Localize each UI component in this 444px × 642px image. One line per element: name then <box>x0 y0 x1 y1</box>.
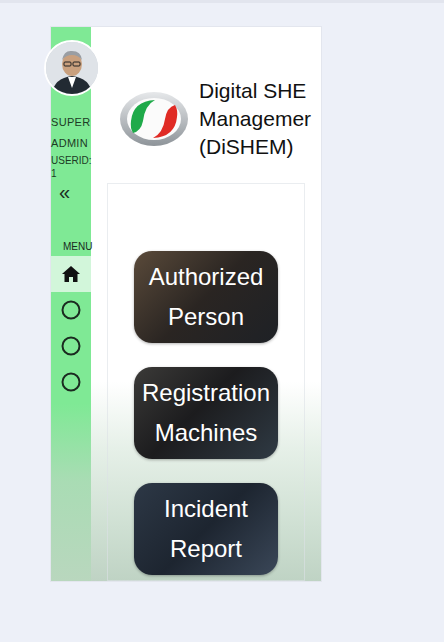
app-frame: SUPERADMINUSERID:1«MENU Digital SHEManag… <box>51 27 321 581</box>
user-id-label: USERID: <box>51 154 91 167</box>
tile-label: Person <box>168 297 244 337</box>
tile-label: Machines <box>155 413 258 453</box>
person-icon <box>46 42 98 94</box>
tile-button[interactable]: IncidentReport <box>134 483 278 575</box>
app-title-line: Managemer <box>199 105 311 133</box>
logo-icon <box>119 91 189 147</box>
menu <box>51 256 91 400</box>
avatar[interactable] <box>44 40 100 96</box>
tile-label: Incident <box>164 489 248 529</box>
sidebar-item[interactable] <box>51 256 91 292</box>
home-icon <box>61 264 81 284</box>
sidebar-item[interactable] <box>51 292 91 328</box>
user-name: SUPER <box>51 112 91 133</box>
tile-label: Registration <box>142 373 270 413</box>
tile-label: Authorized <box>149 257 264 297</box>
brand: Digital SHEManagemer(DiSHEM) <box>91 27 321 161</box>
circle-icon <box>60 299 82 321</box>
app-title-line: Digital SHE <box>199 77 311 105</box>
tile-card: AuthorizedPerson RegistrationMachines Inci… <box>107 183 305 581</box>
app-title-line: (DiSHEM) <box>199 133 311 161</box>
menu-label: MENU <box>51 240 91 254</box>
sidebar-item[interactable] <box>51 328 91 364</box>
tile-button[interactable]: RegistrationMachines <box>134 367 278 459</box>
sidebar: SUPERADMINUSERID:1«MENU <box>51 27 91 581</box>
app-title: Digital SHEManagemer(DiSHEM) <box>199 77 311 161</box>
sidebar-item[interactable] <box>51 364 91 400</box>
user-id: 1 <box>51 167 91 180</box>
circle-icon <box>60 371 82 393</box>
collapse-icon[interactable]: « <box>51 182 91 202</box>
main-panel: Digital SHEManagemer(DiSHEM) AuthorizedPe… <box>91 27 321 581</box>
tile-button[interactable]: AuthorizedPerson <box>134 251 278 343</box>
user-name: ADMIN <box>51 133 91 154</box>
circle-icon <box>60 335 82 357</box>
user-info: SUPERADMINUSERID:1 <box>51 112 91 180</box>
tile-label: Report <box>170 529 242 569</box>
